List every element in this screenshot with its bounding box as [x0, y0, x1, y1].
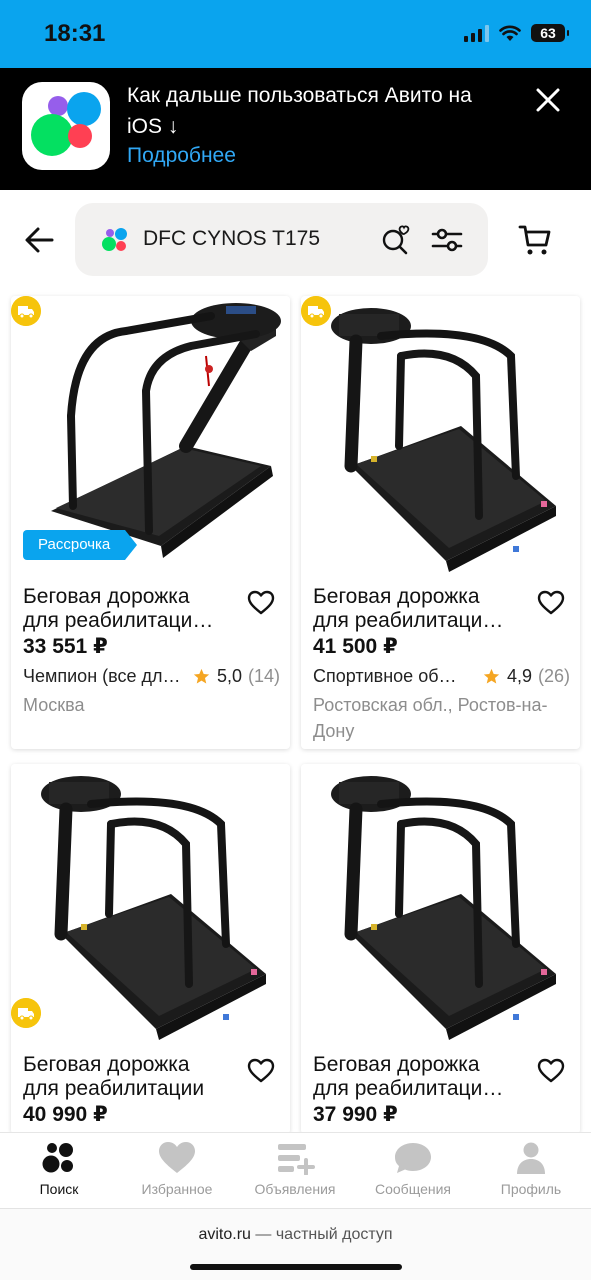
tab-search[interactable]: Поиск: [0, 1141, 118, 1197]
back-arrow-icon[interactable]: [24, 226, 54, 254]
listing-photo[interactable]: [11, 764, 290, 1044]
seller-rating: 5,0: [217, 665, 243, 686]
browser-url-bar[interactable]: avito.ru — частный доступ: [0, 1208, 591, 1280]
heart-icon: [159, 1142, 195, 1173]
tab-messages[interactable]: Сообщения: [354, 1141, 472, 1197]
status-bar: 18:31 63: [0, 0, 591, 68]
tab-label: Избранное: [141, 1181, 213, 1197]
wifi-icon: [499, 25, 521, 41]
tab-label: Профиль: [500, 1181, 562, 1197]
listing-card[interactable]: Беговая дорожка для реабилитаци… 41 500 …: [301, 296, 580, 749]
saved-search-heart-icon[interactable]: [381, 224, 411, 256]
listing-card[interactable]: Беговая дорожка для реабилитаци… 37 990 …: [301, 764, 580, 1134]
tab-label: Объявления: [254, 1181, 336, 1197]
favorite-heart-icon[interactable]: [247, 590, 275, 616]
listing-title-line1: Беговая дорожка: [313, 1053, 480, 1076]
listing-title-line1: Беговая дорожка: [23, 1053, 190, 1076]
delivery-truck-icon: [301, 296, 331, 326]
listing-title[interactable]: Беговая дорожка для реабилитации: [23, 1053, 235, 1101]
listing-title-line2: для реабилитаци…: [23, 609, 214, 632]
listing-price: 40 990 ₽: [23, 1103, 108, 1126]
search-header: DFC CYNOS T175: [0, 190, 591, 290]
seller-name[interactable]: Спортивное об…: [313, 666, 475, 687]
listing-price: 41 500 ₽: [313, 635, 398, 658]
close-icon[interactable]: [535, 87, 561, 113]
listing-title-line2: для реабилитации: [23, 1077, 205, 1100]
favorite-heart-icon[interactable]: [247, 1058, 275, 1084]
listing-title-line2: для реабилитаци…: [313, 1077, 504, 1100]
star-icon: [483, 668, 500, 683]
listing-location: Ростовская обл., Ростов-на-Дону: [313, 695, 548, 741]
listing-title[interactable]: Беговая дорожка для реабилитаци…: [313, 1053, 525, 1101]
seller-row: Чемпион (все дл… 5,0 (14): [23, 664, 285, 688]
listing-card[interactable]: Беговая дорожка для реабилитации 40 990 …: [11, 764, 290, 1134]
listing-card[interactable]: Рассрочка Беговая дорожка для реабилитац…: [11, 296, 290, 749]
tab-label: Сообщения: [375, 1181, 451, 1197]
url-suffix: — частный доступ: [250, 1226, 393, 1243]
review-count: (14): [248, 665, 281, 686]
listing-price: 33 551 ₽: [23, 635, 108, 658]
listing-title-line1: Беговая дорожка: [313, 585, 480, 608]
tab-profile[interactable]: Профиль: [472, 1141, 590, 1197]
tab-label: Поиск: [39, 1181, 79, 1197]
seller-name[interactable]: Чемпион (все дл…: [23, 666, 185, 687]
listing-photo[interactable]: Рассрочка: [11, 296, 290, 576]
tab-favorites[interactable]: Избранное: [118, 1141, 236, 1197]
chat-bubble-icon: [395, 1143, 431, 1173]
profile-icon: [517, 1142, 545, 1174]
bottom-tab-bar: Поиск Избранное Объявления Сообщения Про…: [0, 1132, 591, 1208]
listing-photo[interactable]: [301, 296, 580, 576]
treadmill-image: [301, 764, 580, 1044]
listing-price: 37 990 ₽: [313, 1103, 398, 1126]
banner-message: Как дальше пользоваться Авито на iOS ↓: [127, 84, 472, 138]
seller-row: Спортивное об… 4,9 (26): [313, 664, 575, 688]
cart-icon[interactable]: [518, 223, 552, 257]
signal-icon: [464, 24, 489, 42]
avito-dots-icon: [102, 228, 127, 251]
filter-sliders-icon[interactable]: [431, 227, 463, 253]
favorite-heart-icon[interactable]: [537, 590, 565, 616]
battery-icon: 63: [531, 24, 569, 42]
listing-title[interactable]: Беговая дорожка для реабилитаци…: [23, 585, 235, 633]
status-icons: 63: [464, 24, 569, 42]
installment-badge: Рассрочка: [23, 530, 138, 560]
delivery-truck-icon: [11, 296, 41, 326]
listing-location: Москва: [23, 695, 85, 715]
listing-title[interactable]: Беговая дорожка для реабилитаци…: [313, 585, 525, 633]
app-banner[interactable]: Как дальше пользоваться Авито на iOS ↓ П…: [0, 68, 591, 190]
search-query: DFC CYNOS T175: [143, 227, 320, 250]
search-input[interactable]: DFC CYNOS T175: [75, 203, 488, 276]
favorite-heart-icon[interactable]: [537, 1058, 565, 1084]
review-count: (26): [538, 665, 571, 686]
status-time: 18:31: [44, 20, 106, 47]
tab-listings[interactable]: Объявления: [236, 1141, 354, 1197]
delivery-truck-icon: [11, 998, 41, 1028]
listing-photo[interactable]: [301, 764, 580, 1044]
url-domain: avito.ru: [198, 1226, 251, 1243]
seller-rating: 4,9: [507, 665, 533, 686]
banner-more-link[interactable]: Подробнее: [127, 144, 236, 168]
treadmill-image: [301, 296, 580, 576]
search-dots-icon: [42, 1143, 73, 1173]
url-text: avito.ru — частный доступ: [0, 1226, 591, 1244]
avito-app-logo: [22, 82, 110, 170]
treadmill-image: [11, 764, 290, 1044]
home-indicator[interactable]: [190, 1264, 402, 1270]
add-listing-icon: [278, 1144, 315, 1175]
star-icon: [193, 668, 210, 683]
listing-title-line2: для реабилитаци…: [313, 609, 504, 632]
listing-title-line1: Беговая дорожка: [23, 585, 190, 608]
